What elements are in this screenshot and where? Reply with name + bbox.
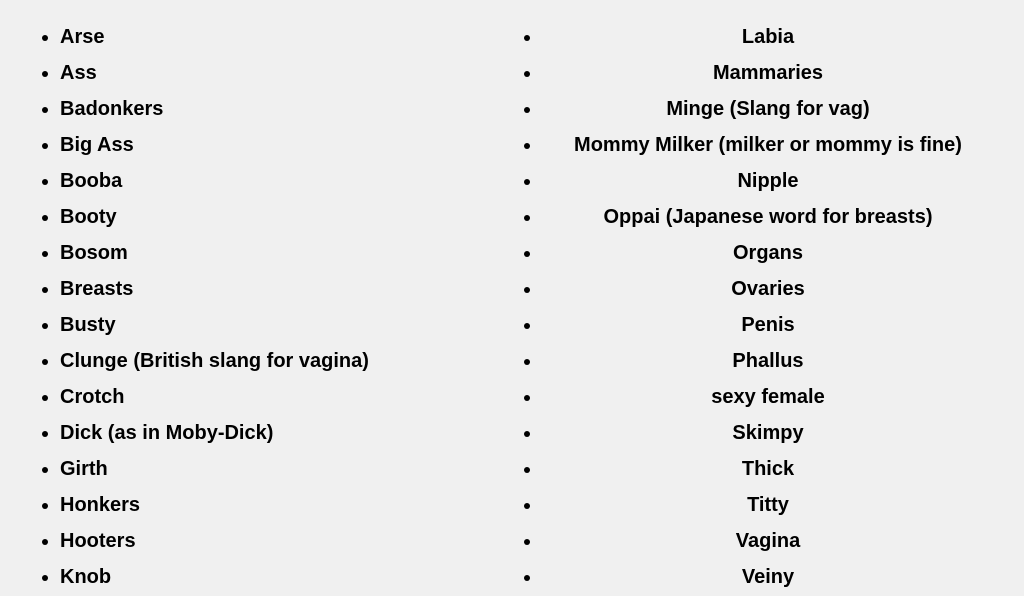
list-item: Penis	[542, 308, 994, 342]
list-item: Titty	[542, 488, 994, 522]
list-item: Minge (Slang for vag)	[542, 92, 994, 126]
list-item: Breasts	[60, 272, 512, 306]
left-list: ArseAssBadonkersBig AssBoobaBootyBosomBr…	[30, 20, 512, 594]
list-item: Clunge (British slang for vagina)	[60, 344, 512, 378]
list-item: Badonkers	[60, 92, 512, 126]
list-item: Knob	[60, 560, 512, 594]
left-column: ArseAssBadonkersBig AssBoobaBootyBosomBr…	[30, 20, 512, 596]
list-item: Nipple	[542, 164, 994, 198]
list-item: Bosom	[60, 236, 512, 270]
list-item: Thick	[542, 452, 994, 486]
list-item: Organs	[542, 236, 994, 270]
list-item: Booba	[60, 164, 512, 198]
list-item: Dick (as in Moby-Dick)	[60, 416, 512, 450]
right-column: LabiaMammariesMinge (Slang for vag)Mommy…	[512, 20, 994, 596]
list-item: Vagina	[542, 524, 994, 558]
list-item: Arse	[60, 20, 512, 54]
list-item: Ass	[60, 56, 512, 90]
right-list: LabiaMammariesMinge (Slang for vag)Mommy…	[512, 20, 994, 594]
list-item: Hooters	[60, 524, 512, 558]
list-item: Big Ass	[60, 128, 512, 162]
list-item: Busty	[60, 308, 512, 342]
list-item: Booty	[60, 200, 512, 234]
list-item: Labia	[542, 20, 994, 54]
list-item: Oppai (Japanese word for breasts)	[542, 200, 994, 234]
list-item: Mammaries	[542, 56, 994, 90]
list-item: sexy female	[542, 380, 994, 414]
list-item: Ovaries	[542, 272, 994, 306]
list-item: Girth	[60, 452, 512, 486]
list-item: Mommy Milker (milker or mommy is fine)	[542, 128, 994, 162]
list-item: Honkers	[60, 488, 512, 522]
list-item: Phallus	[542, 344, 994, 378]
list-item: Crotch	[60, 380, 512, 414]
list-item: Skimpy	[542, 416, 994, 450]
list-item: Veiny	[542, 560, 994, 594]
main-container: ArseAssBadonkersBig AssBoobaBootyBosomBr…	[30, 20, 994, 596]
